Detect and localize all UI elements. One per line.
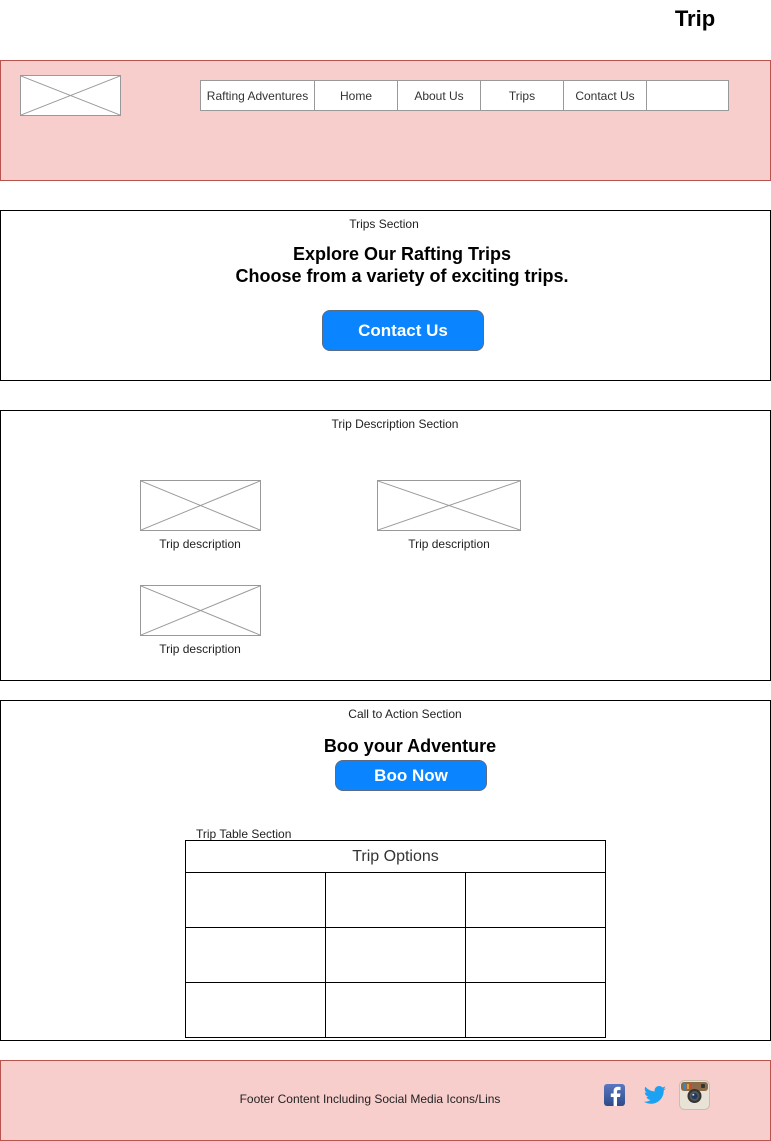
table-cell bbox=[324, 872, 466, 928]
trip-caption: Trip description bbox=[159, 642, 241, 656]
trip-image-placeholder-icon[interactable] bbox=[377, 480, 521, 531]
table-cell bbox=[464, 927, 607, 983]
cta-heading: Boo your Adventure bbox=[323, 736, 497, 756]
nav-item-home[interactable]: Home bbox=[315, 81, 398, 110]
trip-image-placeholder-icon[interactable] bbox=[140, 585, 261, 636]
nav-item-contact-us[interactable]: Contact Us bbox=[564, 81, 647, 110]
trip-caption: Trip description bbox=[408, 537, 490, 551]
page-title: Trip bbox=[674, 6, 716, 31]
table-cell bbox=[324, 927, 466, 983]
nav-item-trips[interactable]: Trips bbox=[481, 81, 564, 110]
trip-table-container: Trip Options bbox=[185, 840, 607, 1038]
table-cell bbox=[185, 982, 326, 1038]
trip-description-section-label: Trip Description Section bbox=[331, 417, 459, 431]
trip-options-header: Trip Options bbox=[185, 840, 606, 873]
logo-placeholder-icon[interactable] bbox=[20, 75, 121, 116]
instagram-icon[interactable] bbox=[679, 1080, 710, 1110]
nav-item-rafting-adventures[interactable]: Rafting Adventures bbox=[201, 81, 315, 110]
twitter-icon[interactable] bbox=[643, 1084, 667, 1106]
table-cell bbox=[464, 982, 607, 1038]
footer-text: Footer Content Including Social Media Ic… bbox=[239, 1092, 501, 1106]
trips-section-label: Trips Section bbox=[349, 217, 419, 231]
trips-section bbox=[0, 210, 771, 381]
contact-us-button[interactable]: Contact Us bbox=[322, 310, 484, 351]
nav-item-empty[interactable] bbox=[647, 81, 728, 110]
facebook-icon[interactable] bbox=[604, 1084, 625, 1106]
table-cell bbox=[464, 872, 607, 928]
table-row bbox=[185, 872, 607, 928]
book-now-button[interactable]: Boo Now bbox=[335, 760, 487, 791]
table-row bbox=[185, 982, 607, 1038]
table-row bbox=[185, 927, 607, 983]
trips-heading: Explore Our Rafting Trips bbox=[292, 244, 512, 264]
table-cell bbox=[324, 982, 466, 1038]
main-nav: Rafting Adventures Home About Us Trips C… bbox=[200, 80, 729, 111]
trips-subheading: Choose from a variety of exciting trips. bbox=[235, 266, 569, 286]
trip-options-table: Trip Options bbox=[185, 840, 607, 1038]
trip-caption: Trip description bbox=[159, 537, 241, 551]
trip-table-section-label: Trip Table Section bbox=[196, 827, 292, 841]
trip-image-placeholder-icon[interactable] bbox=[140, 480, 261, 531]
nav-item-about-us[interactable]: About Us bbox=[398, 81, 481, 110]
table-cell bbox=[185, 927, 326, 983]
table-cell bbox=[185, 872, 326, 928]
cta-section-label: Call to Action Section bbox=[348, 707, 462, 721]
